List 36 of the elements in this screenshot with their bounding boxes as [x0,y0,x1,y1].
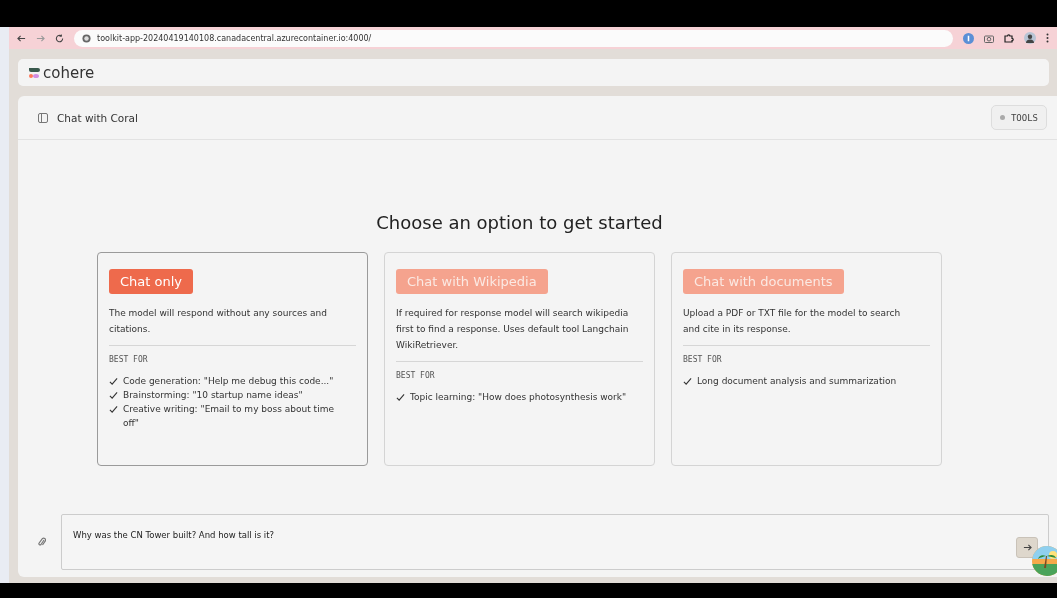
avatar-icon[interactable] [1024,32,1036,44]
check-icon [396,393,405,402]
best-for-label: BEST FOR [109,355,148,364]
chat-title: Chat with Coral [57,111,139,124]
check-icon [683,377,692,386]
option-description: The model will respond without any sources and citations. [109,307,328,336]
info-icon[interactable] [963,32,974,44]
message-input[interactable]: Why was the CN Tower built? And how tall is it? [61,514,1049,570]
use-case-text: Creative writing: "Email to my boss about time off" [123,403,335,430]
option-card[interactable]: Chat with documents Upload a PDF or TXT file for the model to search and cite in its response. BEST FOR Long document analysis and summarization [671,252,942,466]
best-for-label: BEST FOR [396,371,435,380]
status-dot-icon [999,115,1005,120]
option-description: If required for response model will search wikipedia first to find a response. Uses default tool Langchain WikiRetriever. [396,307,630,352]
logo-icon [28,66,40,79]
best-for-label: BEST FOR [683,355,722,364]
globe-icon [82,33,91,43]
page-heading: Choose an option to get started [376,212,663,233]
use-case-text: Brainstorming: "10 startup name ideas" [123,389,303,402]
send-button[interactable] [1016,537,1038,558]
paperclip-icon[interactable] [38,537,46,547]
puzzle-icon[interactable] [1004,33,1014,43]
reload-icon[interactable] [55,33,64,43]
arrow-icon [1022,543,1032,552]
address-bar[interactable]: toolkit-app-20240419140108.canadacentral.azurecontainer.io:4000/ [74,29,953,47]
option-card[interactable]: Chat with Wikipedia If required for response model will search wikipedia first to find a response. Uses default tool Langchain WikiRetriever. BEST FOR Topic learning: "How does photosynthesis work" [384,252,655,466]
tools-button[interactable]: TOOLS [990,105,1047,130]
more-icon[interactable] [1046,33,1049,43]
sidebar-icon[interactable] [38,112,48,123]
logo-text: cohere [43,63,95,82]
use-case-text: Code generation: "Help me debug this code..." [123,375,334,388]
camera-icon[interactable] [984,33,994,43]
option-description: Upload a PDF or TXT file for the model to search and cite in its response. [683,307,902,336]
use-case-text: Long document analysis and summarization [697,375,897,388]
option-card[interactable] [97,252,368,466]
use-case-text: Topic learning: "How does photosynthesis work" [410,391,627,404]
back-icon[interactable] [17,33,26,43]
